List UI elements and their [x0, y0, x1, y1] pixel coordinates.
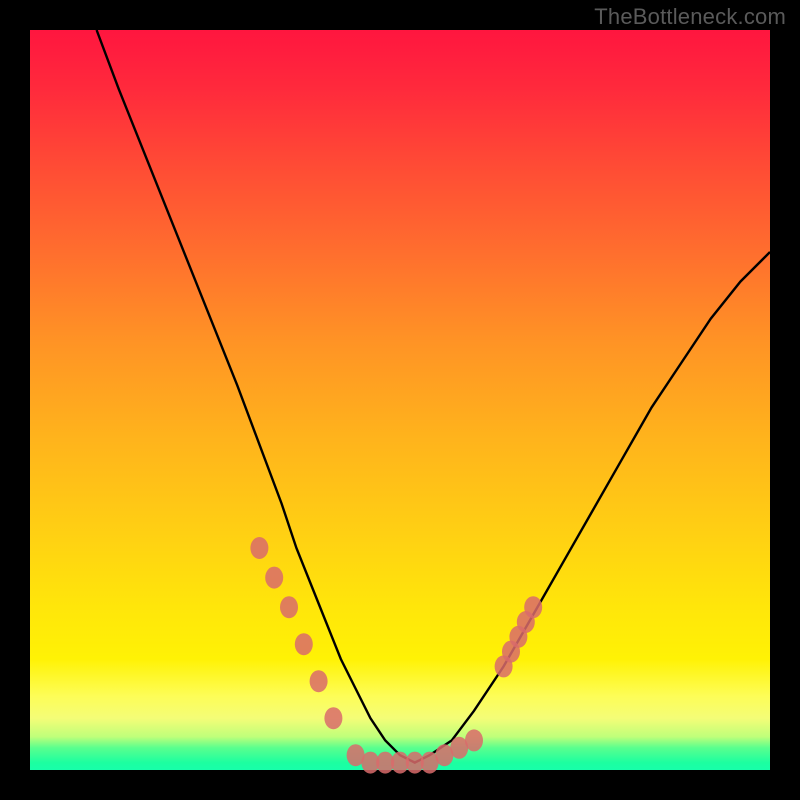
bottleneck-curve	[97, 30, 770, 763]
plot-area	[30, 30, 770, 770]
watermark-text: TheBottleneck.com	[594, 4, 786, 30]
data-marker	[265, 567, 283, 589]
data-marker	[250, 537, 268, 559]
data-marker	[280, 596, 298, 618]
chart-frame: TheBottleneck.com	[0, 0, 800, 800]
chart-svg	[30, 30, 770, 770]
marker-layer	[250, 537, 542, 774]
data-marker	[465, 729, 483, 751]
data-marker	[310, 670, 328, 692]
data-marker	[324, 707, 342, 729]
data-marker	[524, 596, 542, 618]
data-marker	[295, 633, 313, 655]
